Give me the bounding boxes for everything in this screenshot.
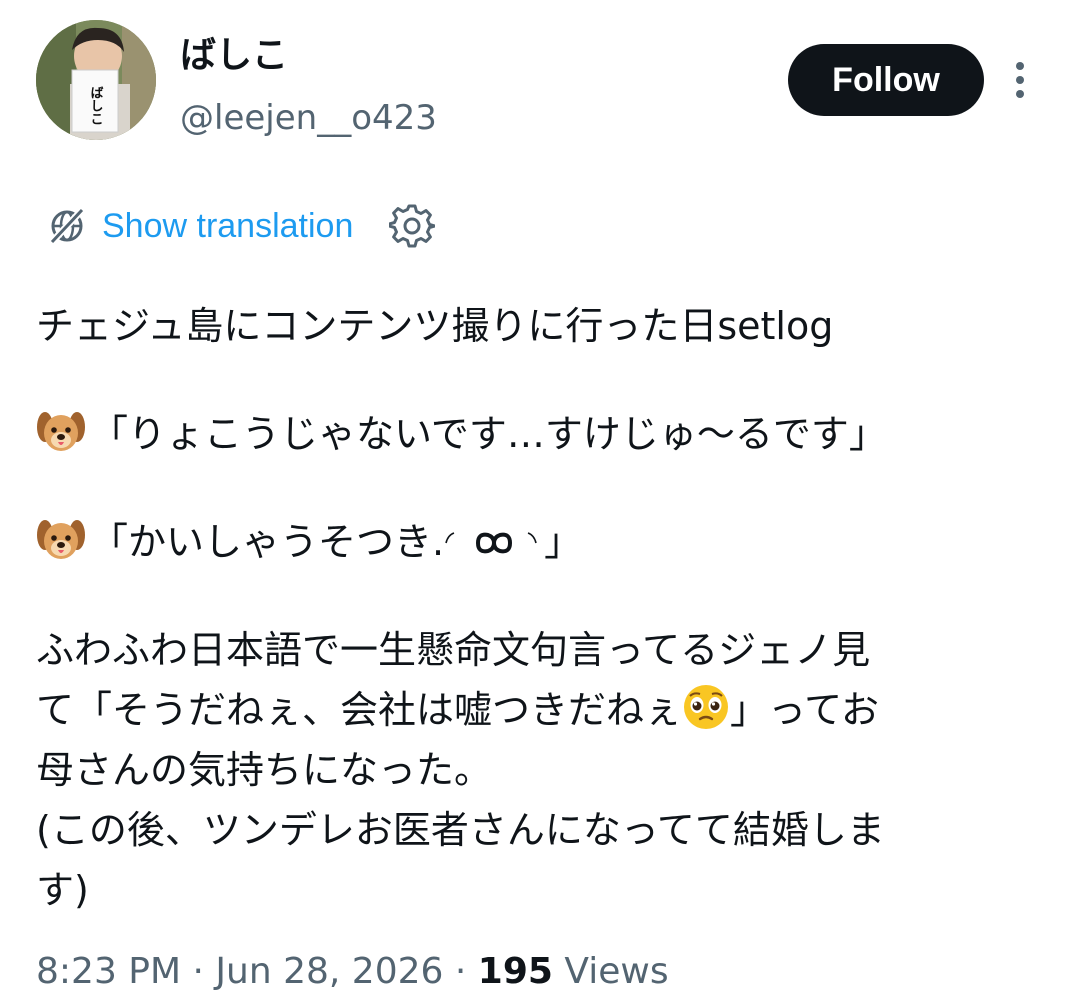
tweet-line: 母さんの気持ちになった。: [36, 748, 493, 792]
dog-face-emoji: [36, 407, 86, 457]
tweet-meta: 8:23 PM · Jun 28, 2026 · 195 Views: [36, 944, 669, 1000]
tweet-header: ばしこ ばしこ @leejen__o423 Follow: [0, 0, 1080, 170]
more-vertical-icon[interactable]: [1006, 58, 1034, 102]
views-count: 195: [477, 951, 553, 992]
pleading-face-emoji: [682, 683, 730, 731]
tweet-quote-1: 「りょこうじゃないです…すけじゅ〜るです」: [90, 412, 887, 456]
tweet-quote-2-close: 」: [544, 520, 583, 564]
avatar-sign-text: ばしこ: [88, 86, 103, 125]
translation-row: Show translation: [46, 198, 436, 254]
meta-separator: ·: [192, 951, 204, 992]
gear-icon[interactable]: [389, 203, 436, 249]
avatar[interactable]: ばしこ: [36, 20, 156, 140]
tweet-line: チェジュ島にコンテンツ撮りに行った日setlog: [36, 304, 834, 348]
tweet-line: ふわふわ日本語で一生懸命文句言ってるジェノ見: [36, 628, 871, 672]
tweet-line: す): [36, 868, 89, 912]
tweet-text: チェジュ島にコンテンツ撮りに行った日setlog 「りょこうじゃないです…すけじ…: [36, 296, 1046, 920]
display-name[interactable]: ばしこ: [180, 34, 288, 78]
dog-face-emoji: [36, 515, 86, 565]
sulking-face-emoticon: [444, 521, 544, 561]
tweet-line: (この後、ツンデレお医者さんになってて結婚しま: [36, 808, 885, 852]
tweet-quote-line: 「かいしゃうそつき. 」: [36, 512, 1046, 572]
show-translation-link[interactable]: Show translation: [102, 207, 353, 246]
tweet-text-segment: て「そうだねぇ、会社は嘘つきだねぇ: [36, 688, 683, 732]
tweet-quote-2: 「かいしゃうそつき.: [90, 520, 445, 564]
tweet-line: て「そうだねぇ、会社は嘘つきだねぇ 」ってお: [36, 680, 1046, 740]
tweet-text-segment: 」ってお: [730, 688, 879, 732]
follow-button[interactable]: Follow: [788, 44, 984, 116]
user-handle[interactable]: @leejen__o423: [180, 96, 437, 140]
views-label: Views: [564, 951, 669, 992]
globe-slash-icon: [48, 206, 86, 246]
tweet-time[interactable]: 8:23 PM: [36, 951, 181, 992]
tweet-date[interactable]: Jun 28, 2026: [215, 951, 443, 992]
meta-separator: ·: [454, 951, 467, 992]
tweet-quote-line: 「りょこうじゃないです…すけじゅ〜るです」: [36, 404, 1046, 464]
